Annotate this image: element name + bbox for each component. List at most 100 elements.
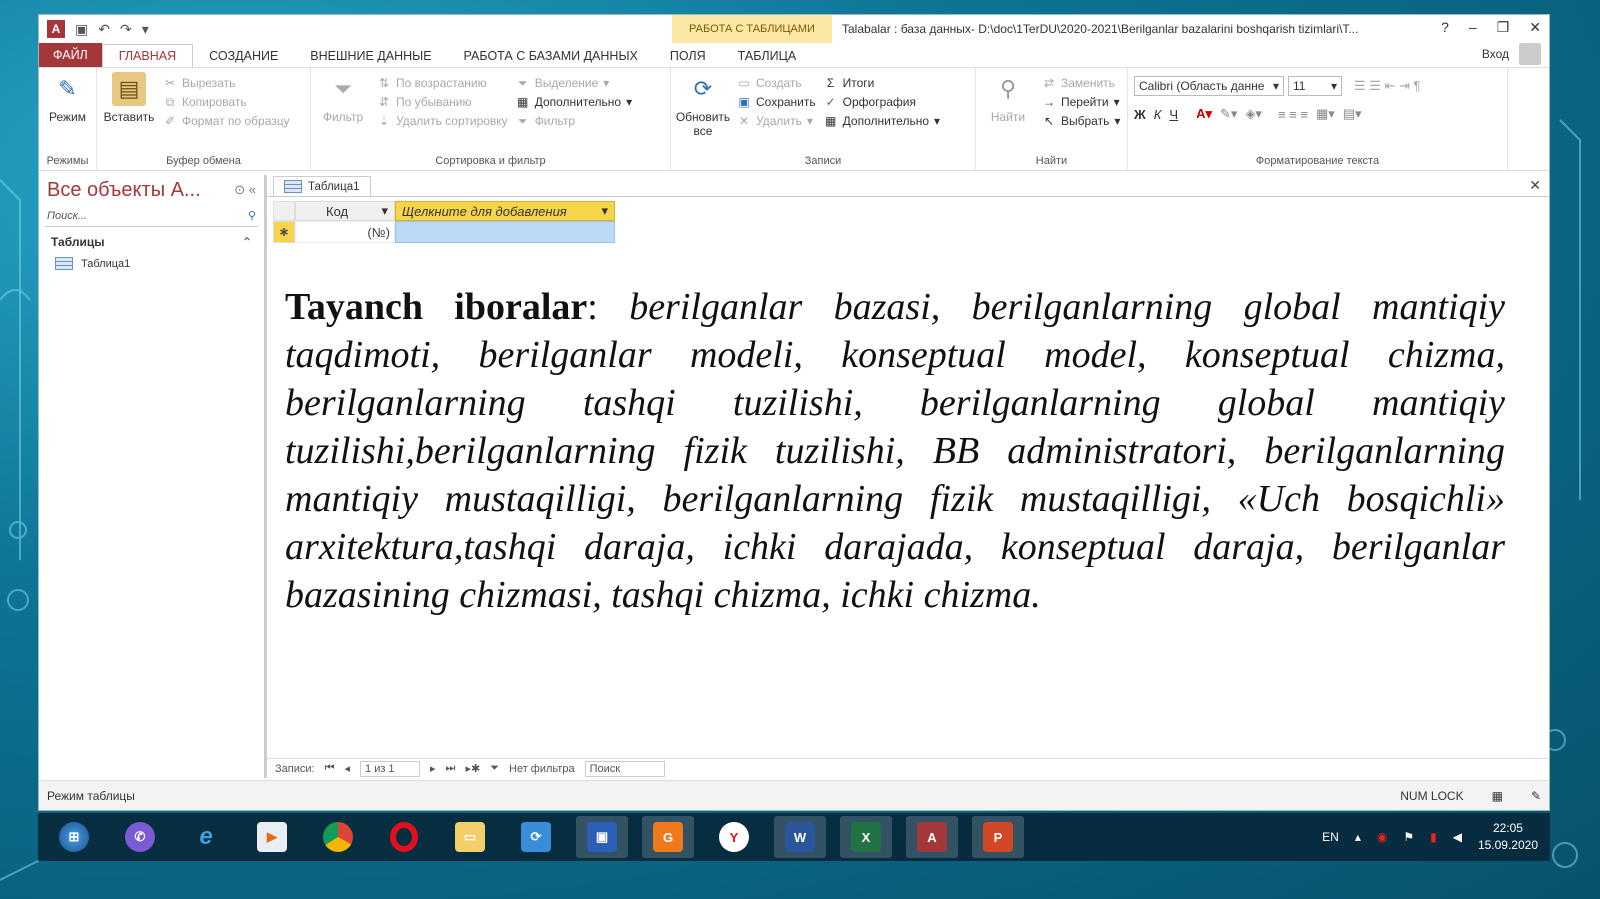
help-button[interactable]: ?	[1441, 19, 1449, 36]
action-center-icon[interactable]: ⚑	[1403, 830, 1414, 844]
collapse-icon[interactable]: ⌃	[242, 235, 252, 249]
record-search-input[interactable]: Поиск	[584, 760, 665, 777]
restore-button[interactable]: ❐	[1497, 19, 1510, 36]
sort-ascending-button[interactable]: ⇅ По возрастанию	[377, 76, 508, 90]
font-size-select[interactable]: 11 ▾	[1288, 76, 1342, 96]
no-filter-button[interactable]: Нет фильтра	[509, 763, 575, 775]
tab-table[interactable]: ТАБЛИЦА	[722, 45, 813, 67]
access-logo-icon[interactable]: A	[47, 20, 65, 38]
delete-record-button[interactable]: ✕ Удалить ▾	[737, 114, 816, 128]
first-record-icon[interactable]: ⏮	[325, 762, 335, 775]
totals-button[interactable]: Σ Итоги	[824, 76, 940, 90]
avatar[interactable]	[1519, 43, 1541, 65]
volume-icon[interactable]: ◀	[1453, 830, 1462, 844]
taskbar-app-viber[interactable]: ✆	[114, 816, 166, 858]
goto-button[interactable]: → Перейти ▾	[1042, 95, 1120, 109]
new-record-marker[interactable]: ✱	[273, 221, 295, 243]
selection-filter-button[interactable]: ⏷ Выделение ▾	[516, 76, 632, 91]
find-button[interactable]: ⚲ Найти	[982, 72, 1034, 150]
taskbar-app-powerpoint[interactable]: P	[972, 816, 1024, 858]
nav-category-tables[interactable]: Таблицы ⌃	[39, 235, 264, 249]
taskbar-app-network[interactable]: ⟳	[510, 816, 562, 858]
save-record-button[interactable]: ▣ Сохранить	[737, 95, 815, 109]
highlight-icon[interactable]: ✎▾	[1220, 106, 1237, 122]
align-icons[interactable]: ≡ ≡ ≡	[1278, 107, 1308, 122]
toggle-filter-button[interactable]: ⏷ Фильтр	[516, 114, 632, 129]
column-header-add[interactable]: Щелкните для добавления ▾	[395, 201, 615, 221]
advanced-filter-button[interactable]: ▦ Дополнительно ▾	[516, 95, 632, 109]
taskbar-app-excel[interactable]: X	[840, 816, 892, 858]
undo-icon[interactable]: ↶	[98, 21, 110, 38]
column-header-kod[interactable]: Код ▾	[295, 201, 395, 221]
close-button[interactable]: ✕	[1529, 19, 1541, 36]
design-view-icon[interactable]: ✎	[1531, 789, 1541, 803]
underline-button[interactable]: Ч	[1169, 107, 1178, 122]
refresh-all-button[interactable]: ⟳ Обновить все	[676, 72, 730, 150]
save-icon[interactable]: ▣	[75, 21, 88, 38]
tab-fields[interactable]: ПОЛЯ	[654, 45, 722, 67]
nav-item-table1[interactable]: Таблица1	[39, 257, 264, 270]
sort-descending-button[interactable]: ⇵ По убыванию	[377, 95, 508, 109]
language-indicator[interactable]: EN	[1322, 830, 1339, 844]
minimize-button[interactable]: –	[1469, 19, 1477, 36]
prev-record-icon[interactable]: ◂	[344, 762, 350, 775]
taskbar-app-save[interactable]: ▣	[576, 816, 628, 858]
tab-database-tools[interactable]: РАБОТА С БАЗАМИ ДАННЫХ	[448, 45, 654, 67]
last-record-icon[interactable]: ⏭	[446, 762, 456, 775]
select-button[interactable]: ↖ Выбрать ▾	[1042, 114, 1120, 128]
paste-button[interactable]: ▤ Вставить	[103, 72, 155, 150]
select-all-cell[interactable]	[273, 201, 295, 221]
next-record-icon[interactable]: ▸	[430, 762, 436, 775]
show-hidden-icons-icon[interactable]: ▴	[1355, 830, 1361, 844]
taskbar-app-ie[interactable]: e	[180, 816, 232, 858]
spelling-button[interactable]: ✓ Орфография	[824, 95, 940, 109]
tab-create[interactable]: СОЗДАНИЕ	[193, 45, 294, 67]
nav-pane-title[interactable]: Все объекты A...	[47, 179, 201, 202]
doc-tab-table1[interactable]: Таблица1	[273, 176, 371, 196]
taskbar-app-word[interactable]: W	[774, 816, 826, 858]
italic-button[interactable]: К	[1154, 107, 1162, 122]
close-document-icon[interactable]: ✕	[1529, 177, 1541, 194]
new-record-button[interactable]: ▭ Создать	[737, 76, 816, 90]
filter-button[interactable]: ⏷ Фильтр	[317, 72, 369, 150]
view-mode-button[interactable]: ✎ Режим	[45, 72, 90, 150]
chevron-down-icon[interactable]: ▾	[381, 203, 388, 219]
nav-menu-icon[interactable]: ⊙ «	[234, 182, 256, 198]
tab-external-data[interactable]: ВНЕШНИЕ ДАННЫЕ	[294, 45, 447, 67]
bold-button[interactable]: Ж	[1134, 107, 1146, 122]
chevron-down-icon[interactable]: ▾	[601, 203, 608, 219]
network-tray-icon[interactable]: ▮	[1430, 830, 1437, 844]
cell-add-selected[interactable]	[395, 221, 615, 243]
taskbar-app-avast[interactable]: G	[642, 816, 694, 858]
taskbar-app-chrome[interactable]	[312, 816, 364, 858]
replace-button[interactable]: ⇄ Заменить	[1042, 76, 1120, 90]
gridlines-icon[interactable]: ▦▾	[1316, 106, 1335, 122]
tab-file[interactable]: ФАЙЛ	[39, 43, 102, 67]
tab-home[interactable]: ГЛАВНАЯ	[101, 44, 194, 67]
cell-kod[interactable]: (№)	[295, 221, 395, 243]
more-records-button[interactable]: ▦ Дополнительно ▾	[824, 114, 940, 128]
cut-button[interactable]: ✂ Вырезать	[163, 76, 290, 90]
taskbar-app-access[interactable]: A	[906, 816, 958, 858]
redo-icon[interactable]: ↷	[120, 21, 132, 38]
antivirus-tray-icon[interactable]: ◉	[1377, 830, 1387, 844]
new-blank-record-icon[interactable]: ▸✱	[465, 762, 480, 775]
remove-sort-button[interactable]: ⇣ Удалить сортировку	[377, 114, 508, 128]
record-position-input[interactable]: 1 из 1	[360, 760, 421, 777]
start-button[interactable]: ⊞	[48, 816, 100, 858]
nav-search-input[interactable]: Поиск... ⚲	[45, 205, 258, 227]
format-painter-button[interactable]: ✐ Формат по образцу	[163, 114, 290, 128]
customize-qat-icon[interactable]: ▾	[142, 21, 149, 38]
taskbar-app-opera[interactable]	[378, 816, 430, 858]
font-color-icon[interactable]: A▾	[1196, 106, 1212, 122]
sign-in-link[interactable]: Вход	[1482, 47, 1509, 61]
clock[interactable]: 22:05 15.09.2020	[1478, 820, 1538, 854]
search-icon[interactable]: ⚲	[248, 209, 256, 222]
taskbar-app-yandex[interactable]: Y	[708, 816, 760, 858]
fill-color-icon[interactable]: ◈▾	[1245, 106, 1262, 122]
font-family-select[interactable]: Calibri (Область данне ▾	[1134, 76, 1284, 96]
datasheet-view-icon[interactable]: ▦	[1492, 789, 1503, 803]
taskbar-app-explorer[interactable]: ▭	[444, 816, 496, 858]
taskbar-app-media[interactable]: ▶	[246, 816, 298, 858]
copy-button[interactable]: ⧉ Копировать	[163, 95, 290, 110]
